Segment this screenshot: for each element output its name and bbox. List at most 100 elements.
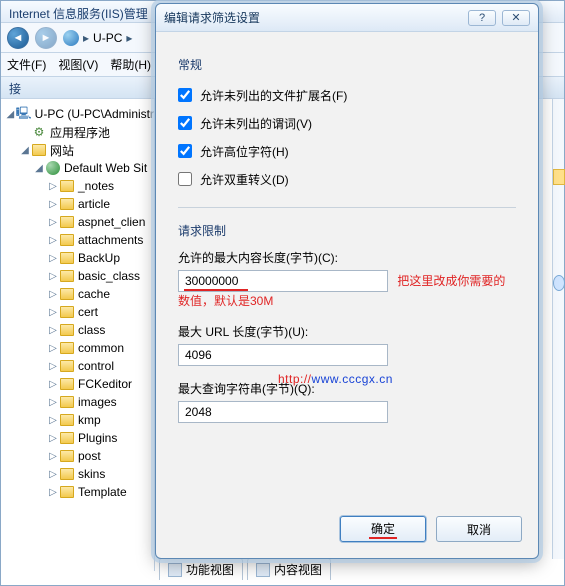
collapse-icon[interactable]: ◢ [19, 145, 31, 156]
input-max-query[interactable] [178, 401, 388, 423]
connections-tree[interactable]: ◢ 🖳 U-PC (U-PC\Administr ⚙ 应用程序池 ◢ 网站 ◢ … [1, 99, 155, 571]
expand-icon[interactable]: ▷ [47, 433, 59, 444]
checkbox-allow-double-escape[interactable]: 允许双重转义(D) [178, 167, 516, 191]
tree-label: class [78, 323, 105, 337]
tree-label: attachments [78, 233, 143, 247]
menu-view[interactable]: 视图(V) [58, 56, 98, 73]
back-button[interactable]: ◄ [7, 27, 29, 49]
folder-icon [59, 448, 75, 464]
folder-icon [59, 394, 75, 410]
folder-icon [59, 340, 75, 356]
section-general: 常规 [178, 56, 516, 73]
tab-content-view[interactable]: 内容视图 [247, 558, 331, 580]
help-icon[interactable] [553, 275, 565, 291]
chevron-right-icon: ▸ [83, 31, 89, 45]
checkbox-allow-unlisted-ext[interactable]: 允许未列出的文件扩展名(F) [178, 83, 516, 107]
tree-folder-node[interactable]: ▷ basic_class [1, 267, 154, 285]
menu-help[interactable]: 帮助(H) [110, 56, 151, 73]
help-button[interactable]: ? [468, 10, 496, 26]
ok-button[interactable]: 确定 [340, 516, 426, 542]
close-button[interactable]: ✕ [502, 10, 530, 26]
button-label: 取消 [467, 521, 491, 538]
expand-icon[interactable]: ▷ [47, 217, 59, 228]
input-max-content[interactable] [178, 270, 388, 292]
cancel-button[interactable]: 取消 [436, 516, 522, 542]
tree-sites-node[interactable]: ◢ 网站 [1, 141, 154, 159]
expand-icon[interactable]: ▷ [47, 307, 59, 318]
tree-folder-node[interactable]: ▷common [1, 339, 154, 357]
tree-label: aspnet_clien [78, 215, 145, 229]
tree-label: FCKeditor [78, 377, 132, 391]
folder-icon [59, 196, 75, 212]
right-sidebar [552, 99, 564, 559]
expand-icon[interactable]: ▷ [47, 343, 59, 354]
divider [178, 207, 516, 208]
dialog-titlebar[interactable]: 编辑请求筛选设置 ? ✕ [156, 4, 538, 32]
tab-features-view[interactable]: 功能视图 [159, 558, 243, 580]
expand-icon[interactable]: ▷ [47, 181, 59, 192]
tree-host-node[interactable]: ◢ 🖳 U-PC (U-PC\Administr [1, 105, 154, 123]
tree-label: _notes [78, 179, 114, 193]
tree-folder-node[interactable]: ▷ _notes [1, 177, 154, 195]
tree-folder-node[interactable]: ▷skins [1, 465, 154, 483]
tree-folder-node[interactable]: ▷ cache [1, 285, 154, 303]
expand-icon[interactable]: ▷ [47, 361, 59, 372]
folder-icon [59, 250, 75, 266]
checkbox-allow-highbit[interactable]: 允许高位字符(H) [178, 139, 516, 163]
expand-icon[interactable]: ▷ [47, 379, 59, 390]
expand-icon[interactable]: ▷ [47, 271, 59, 282]
tree-folder-node[interactable]: ▷cert [1, 303, 154, 321]
expand-icon[interactable]: ▷ [47, 469, 59, 480]
checkbox-allow-unlisted-verb[interactable]: 允许未列出的谓词(V) [178, 111, 516, 135]
checkbox-input[interactable] [178, 88, 192, 102]
folder-icon [59, 232, 75, 248]
forward-button[interactable]: ► [35, 27, 57, 49]
expand-icon[interactable]: ▷ [47, 451, 59, 462]
tree-folder-node[interactable]: ▷kmp [1, 411, 154, 429]
expand-icon[interactable]: ▷ [47, 235, 59, 246]
checkbox-label: 允许双重转义(D) [200, 171, 289, 188]
tree-folder-node[interactable]: ▷control [1, 357, 154, 375]
tree-label: basic_class [78, 269, 140, 283]
checkbox-input[interactable] [178, 172, 192, 186]
collapse-icon[interactable]: ◢ [33, 163, 45, 174]
view-tabs: 功能视图 内容视图 [159, 557, 331, 581]
input-max-url[interactable] [178, 344, 388, 366]
expand-icon[interactable]: ▷ [47, 199, 59, 210]
menu-file[interactable]: 文件(F) [7, 56, 46, 73]
sites-icon [31, 142, 47, 158]
checkbox-input[interactable] [178, 144, 192, 158]
dialog-title: 编辑请求筛选设置 [164, 9, 468, 26]
checkbox-label: 允许高位字符(H) [200, 143, 289, 160]
tree-label: post [78, 449, 101, 463]
tree-folder-node[interactable]: ▷article [1, 195, 154, 213]
apppool-icon: ⚙ [31, 124, 47, 140]
collapse-icon[interactable]: ◢ [5, 109, 16, 120]
folder-icon [59, 214, 75, 230]
expand-icon[interactable]: ▷ [47, 415, 59, 426]
tree-default-site-node[interactable]: ◢ Default Web Sit [1, 159, 154, 177]
tree-folder-node[interactable]: ▷ class [1, 321, 154, 339]
expand-icon[interactable]: ▷ [47, 325, 59, 336]
tree-label: 网站 [50, 142, 74, 159]
tree-folder-node[interactable]: ▷Template [1, 483, 154, 501]
expand-icon[interactable]: ▷ [47, 487, 59, 498]
tree-folder-node[interactable]: ▷ BackUp [1, 249, 154, 267]
tree-folder-node[interactable]: ▷ Plugins [1, 429, 154, 447]
expand-icon[interactable]: ▷ [47, 253, 59, 264]
checkbox-input[interactable] [178, 116, 192, 130]
label-max-content: 允许的最大内容长度(字节)(C): [178, 249, 516, 266]
tree-apppools-node[interactable]: ⚙ 应用程序池 [1, 123, 154, 141]
tree-folder-node[interactable]: ▷ FCKeditor [1, 375, 154, 393]
tree-label: Plugins [78, 431, 117, 445]
tree-folder-node[interactable]: ▷ aspnet_clien [1, 213, 154, 231]
folder-icon [59, 304, 75, 320]
expand-icon[interactable]: ▷ [47, 397, 59, 408]
tree-label: BackUp [78, 251, 120, 265]
tree-folder-node[interactable]: ▷images [1, 393, 154, 411]
breadcrumb-host: U-PC [93, 31, 122, 45]
tree-folder-node[interactable]: ▷ attachments [1, 231, 154, 249]
tree-label: cache [78, 287, 110, 301]
expand-icon[interactable]: ▷ [47, 289, 59, 300]
tree-folder-node[interactable]: ▷ post [1, 447, 154, 465]
